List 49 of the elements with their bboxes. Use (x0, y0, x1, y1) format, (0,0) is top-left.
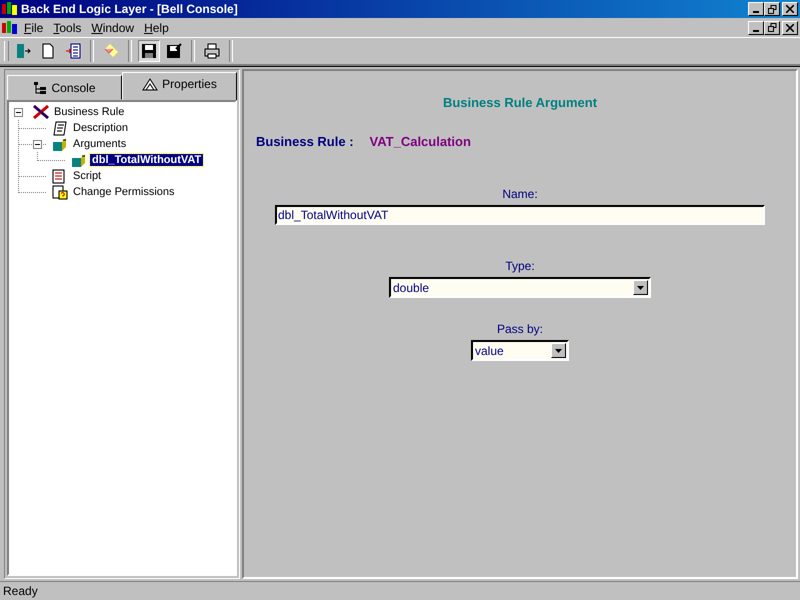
window-title: Back End Logic Layer - [Bell Console] (21, 2, 238, 16)
restore-button[interactable] (764, 20, 780, 34)
triangle-icon (142, 77, 158, 91)
menu-item[interactable]: Tools (49, 20, 86, 34)
status-text: Ready (3, 584, 38, 598)
pass-by-dropdown[interactable]: value (471, 340, 569, 361)
document-question-icon (52, 184, 68, 200)
field-label: Type: (505, 259, 535, 273)
tab[interactable]: Properties (122, 72, 237, 100)
close-icon (786, 5, 794, 13)
save-icon[interactable] (138, 40, 160, 62)
app-icon (2, 2, 18, 16)
name-field[interactable]: dbl_TotalWithoutVAT (275, 205, 765, 225)
close-icon (786, 24, 794, 32)
tree-item[interactable]: Change Permissions (71, 186, 176, 198)
tree-icon (33, 80, 48, 94)
type-dropdown[interactable]: double (389, 277, 651, 298)
dropdown-arrow-icon (555, 348, 562, 352)
cube-icon (71, 152, 87, 168)
minimize-button[interactable] (748, 20, 764, 34)
scroll-icon (52, 120, 68, 136)
menu-item[interactable]: Window (87, 20, 138, 34)
restore-icon (768, 23, 776, 32)
collapse-icon[interactable] (33, 140, 42, 148)
document-icon[interactable] (2, 20, 18, 34)
menu-item[interactable]: File (20, 20, 48, 34)
cross-icon (33, 105, 49, 119)
menu-item[interactable]: Help (140, 20, 173, 34)
minimize-button[interactable] (748, 2, 764, 16)
restore-button[interactable] (764, 2, 780, 16)
field-label: Name: (502, 187, 538, 201)
tree-item[interactable]: Business Rule (52, 106, 126, 118)
field-label: Pass by: (496, 322, 544, 336)
dropdown-arrow-icon (637, 286, 644, 290)
close-button[interactable] (782, 20, 798, 34)
minimize-icon (753, 11, 759, 13)
rule-label: Business Rule : (256, 134, 354, 149)
tree-item[interactable]: Description (71, 122, 130, 134)
restore-icon (768, 4, 776, 14)
minimize-icon (753, 30, 759, 32)
collapse-icon[interactable] (14, 108, 23, 116)
tree-item[interactable]: dbl_TotalWithoutVAT (90, 154, 204, 166)
form-heading: Business Rule Argument (442, 95, 598, 110)
close-button[interactable] (782, 2, 798, 16)
cube-icon (52, 136, 68, 152)
rule-value: VAT_Calculation (370, 134, 471, 149)
tab[interactable]: Console (7, 75, 122, 100)
tree-item[interactable]: Script (71, 170, 104, 182)
tree-item[interactable]: Arguments (71, 138, 128, 150)
